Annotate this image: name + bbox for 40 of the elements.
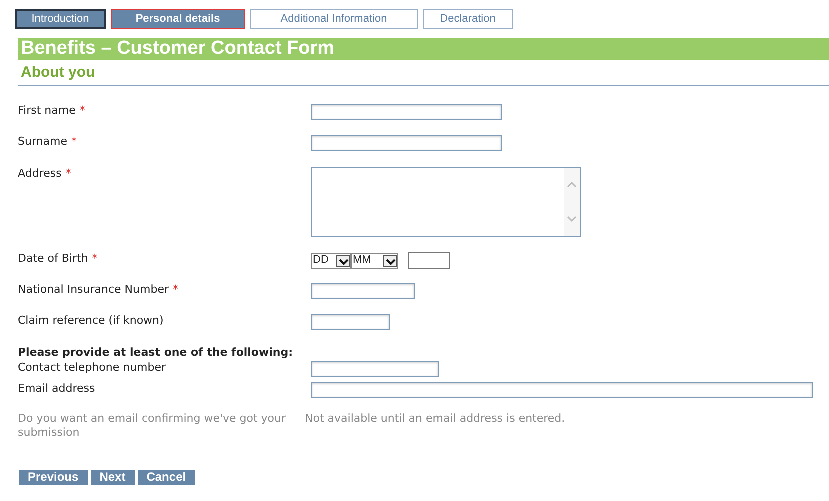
field-label: Email address	[18, 381, 96, 397]
text-field[interactable]	[311, 361, 439, 378]
form-button[interactable]: Previous	[19, 470, 88, 485]
required-marker: *	[71, 134, 77, 150]
form-button[interactable]: Next	[90, 470, 135, 485]
text-field[interactable]	[311, 135, 502, 152]
scrollbar[interactable]	[564, 168, 580, 236]
scroll-up-icon[interactable]	[567, 182, 577, 188]
scroll-down-icon[interactable]	[567, 216, 577, 222]
step-tab[interactable]: Personal details	[111, 9, 245, 29]
field-label: National Insurance Number	[18, 282, 169, 298]
field-label: Date of Birth	[18, 251, 88, 267]
group-heading: Please provide at least one of the following:	[18, 346, 294, 360]
field-label: First name	[18, 103, 76, 119]
caret-icon	[383, 254, 397, 266]
form-button[interactable]: Cancel	[138, 470, 196, 485]
caret-icon	[336, 254, 350, 266]
step-tab[interactable]: Declaration	[423, 9, 513, 29]
section-heading: About you	[18, 60, 829, 86]
address-field[interactable]	[311, 167, 581, 237]
text-field[interactable]	[311, 382, 813, 398]
required-marker: *	[66, 166, 72, 182]
field-note: Not available until an email address is entered.	[305, 412, 566, 427]
field-label: Do you want an email confirming we've got your submission	[18, 412, 288, 441]
select-field[interactable]: MM	[351, 252, 398, 268]
step-tab[interactable]: Introduction	[15, 9, 106, 29]
field-label: Contact telephone number	[18, 360, 168, 376]
required-marker: *	[173, 282, 178, 298]
year-field[interactable]	[408, 252, 450, 269]
field-label: Address	[18, 166, 62, 182]
select-field[interactable]: DD	[311, 252, 351, 268]
form-title: Benefits – Customer Contact Form	[18, 38, 829, 60]
field-label: Claim reference (if known)	[18, 313, 164, 329]
required-marker: *	[92, 251, 98, 267]
text-field[interactable]	[311, 104, 502, 120]
text-field[interactable]	[311, 314, 390, 330]
field-label: Surname	[18, 134, 68, 150]
text-field[interactable]	[311, 283, 415, 300]
step-tab[interactable]: Additional Information	[250, 9, 418, 29]
required-marker: *	[80, 103, 86, 119]
